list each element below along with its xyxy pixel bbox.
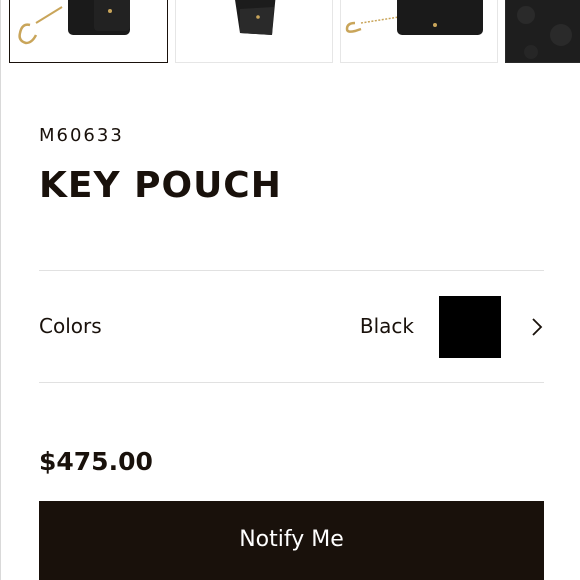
key-pouch-image bbox=[235, 0, 276, 35]
thumbnail-strip bbox=[1, 0, 580, 66]
colors-label: Colors bbox=[39, 314, 102, 338]
key-pouch-texture-image bbox=[506, 0, 580, 62]
thumbnail-key-pouch-side[interactable] bbox=[175, 0, 333, 63]
thumbnail-key-pouch-back[interactable] bbox=[340, 0, 498, 63]
key-pouch-image bbox=[18, 0, 130, 45]
notify-me-button[interactable]: Notify Me bbox=[39, 501, 544, 580]
color-swatch[interactable] bbox=[439, 296, 501, 358]
product-sku: M60633 bbox=[39, 125, 124, 146]
product-price: $475.00 bbox=[39, 447, 153, 476]
chevron-right-icon[interactable] bbox=[530, 316, 544, 338]
key-pouch-image bbox=[345, 0, 483, 35]
thumbnail-key-pouch-detail[interactable] bbox=[505, 0, 580, 63]
product-title: KEY POUCH bbox=[39, 165, 282, 206]
divider bbox=[39, 382, 544, 383]
product-page: M60633 KEY POUCH Colors Black $475.00 No… bbox=[0, 0, 580, 580]
color-selector[interactable]: Colors Black bbox=[39, 271, 544, 382]
thumbnail-key-pouch-front[interactable] bbox=[9, 0, 168, 63]
selected-color-name: Black bbox=[359, 314, 414, 338]
